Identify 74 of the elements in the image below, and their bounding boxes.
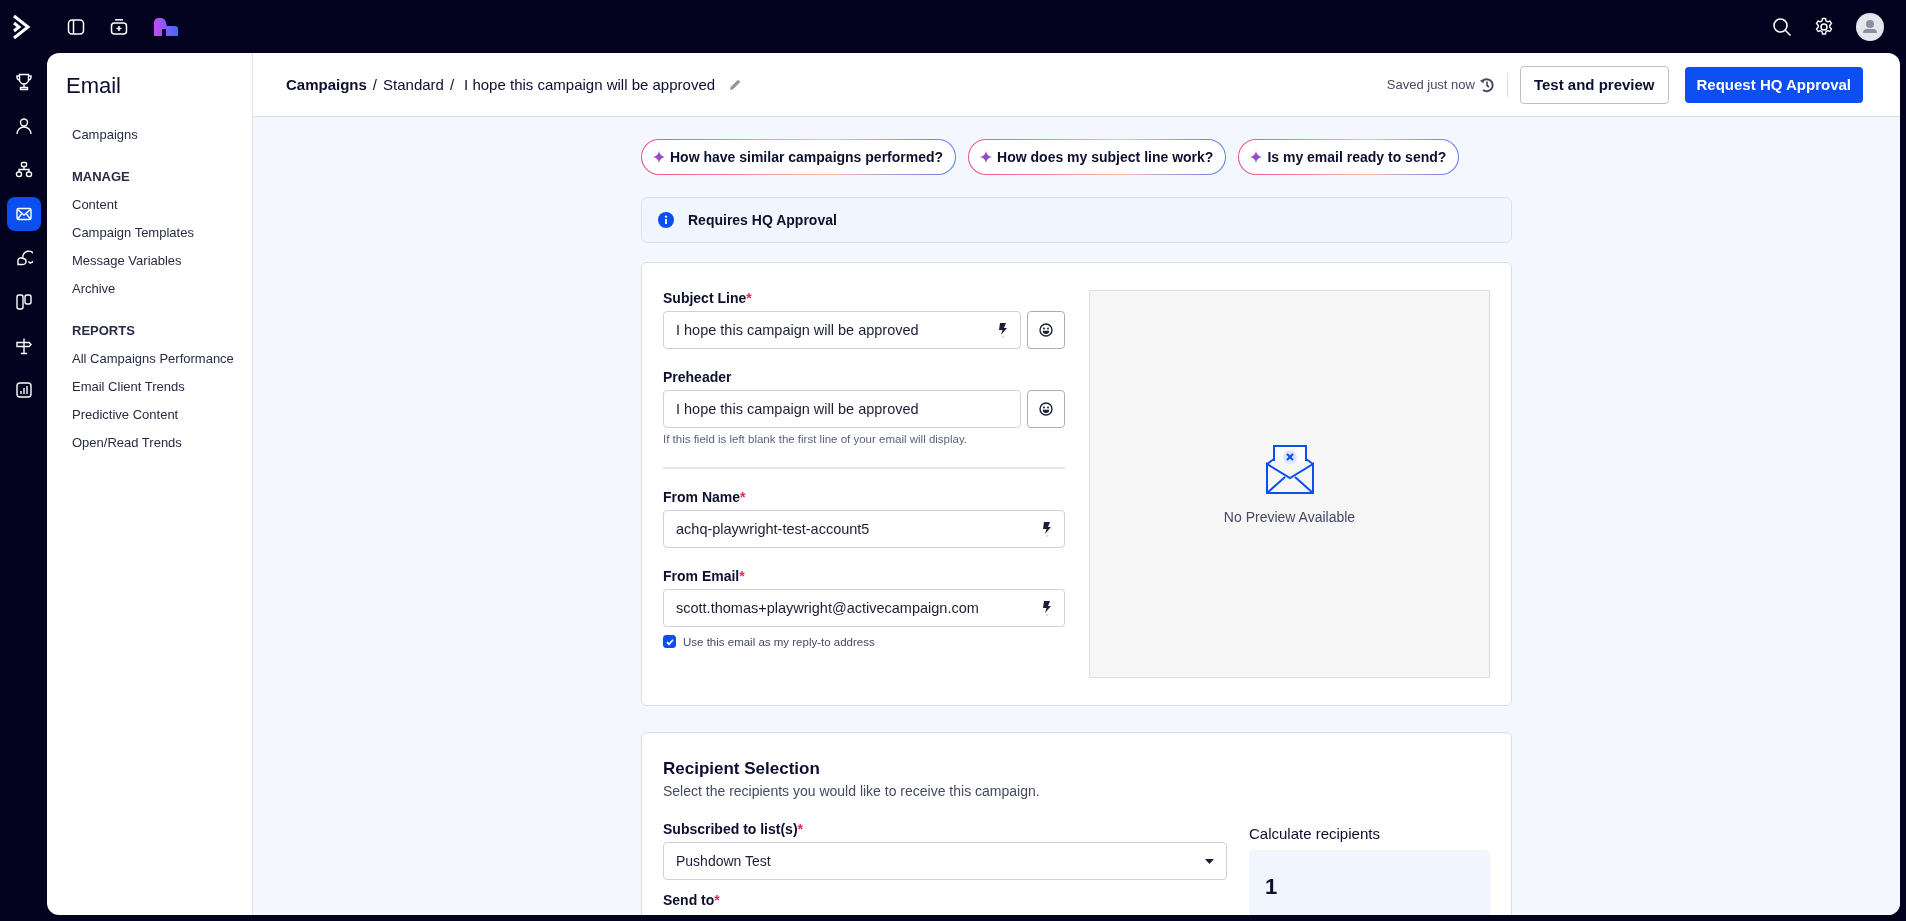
field-label: Preheader — [663, 369, 733, 385]
breadcrumb-separator: / — [449, 76, 455, 93]
sidebar-item[interactable]: All Campaigns Performance — [66, 345, 252, 373]
text-field[interactable]: achq-playwright-test-account5 — [663, 510, 1065, 548]
suggestion-chip[interactable]: How have similar campaigns performed? — [641, 139, 957, 175]
text-field[interactable]: I hope this campaign will be approved — [663, 390, 1021, 428]
sidebar-item[interactable]: Predictive Content — [66, 401, 252, 429]
chat-icon — [14, 249, 33, 267]
emoji-button[interactable] — [1027, 311, 1065, 349]
trophy-icon — [14, 73, 33, 91]
text-field[interactable]: scott.thomas+playwright@activecampaign.com — [663, 589, 1065, 627]
history-icon[interactable] — [1478, 76, 1495, 93]
sidebar-item[interactable]: Campaigns — [66, 121, 252, 149]
request-approval-button[interactable]: Request HQ Approval — [1684, 66, 1863, 103]
lightning-icon[interactable] — [1042, 521, 1052, 537]
section-title: Recipient Selection — [663, 759, 821, 779]
sidebar-item[interactable]: Content — [66, 191, 252, 219]
notice-text: Requires HQ Approval — [688, 212, 837, 228]
inbox-icon[interactable] — [110, 17, 128, 36]
sidebar-item[interactable]: Campaign Templates — [66, 219, 252, 247]
sidebar-item[interactable]: Email Client Trends — [66, 373, 252, 401]
smiley-icon — [1039, 402, 1053, 416]
person-icon — [14, 117, 33, 135]
field-label: From Name* — [663, 489, 747, 505]
no-preview-text: No Preview Available — [1223, 509, 1356, 525]
breadcrumb-separator: / — [372, 76, 378, 93]
avatar-icon[interactable] — [1856, 12, 1884, 41]
columns-icon — [14, 293, 33, 311]
field-label: From Email* — [663, 568, 746, 584]
sparkle-icon — [653, 151, 665, 163]
settings-icon[interactable] — [1814, 16, 1834, 37]
field-label: Subscribed to list(s)* — [663, 821, 805, 837]
signpost-icon — [14, 337, 33, 355]
brand-logo-icon[interactable] — [11, 13, 31, 40]
sidebar-item[interactable]: Open/Read Trends — [66, 429, 252, 457]
caret-icon — [1205, 858, 1214, 864]
test-preview-button[interactable]: Test and preview — [1519, 65, 1669, 104]
field-label: Send to* — [663, 892, 721, 908]
envelope-icon — [14, 205, 33, 223]
list-select[interactable]: Pushdown Test — [663, 842, 1227, 880]
text-field[interactable]: I hope this campaign will be approved — [663, 311, 1021, 349]
lightning-icon[interactable] — [1042, 600, 1052, 616]
suggestion-chip[interactable]: How does my subject line work? — [968, 139, 1227, 175]
lightning-icon[interactable] — [998, 322, 1008, 338]
app-logo-icon[interactable] — [153, 16, 179, 37]
smiley-icon — [1039, 323, 1053, 337]
campaign-title: I hope this campaign will be approved — [464, 76, 716, 93]
emoji-button[interactable] — [1027, 390, 1065, 428]
org-chart-icon — [14, 161, 33, 179]
bar-chart-icon — [14, 381, 33, 399]
field-label: Subject Line* — [663, 290, 753, 306]
breadcrumb-link[interactable]: Campaigns — [286, 76, 367, 93]
save-status: Saved just now — [1386, 77, 1475, 92]
sidebar-item[interactable]: Message Variables — [66, 247, 252, 275]
info-icon — [658, 212, 674, 228]
field-help-text: If this field is left blank the first line of your email will display. — [663, 433, 969, 445]
sidebar-toggle-icon[interactable] — [67, 17, 85, 36]
edit-pencil-icon[interactable] — [729, 78, 743, 91]
recipient-count: 1 — [1265, 874, 1278, 899]
suggestion-chip[interactable]: Is my email ready to send? — [1238, 139, 1460, 175]
sidebar-section-heading: MANAGE — [71, 168, 131, 186]
sidebar-title: Email — [66, 73, 122, 99]
nav-rail-item[interactable] — [6, 197, 41, 231]
search-icon[interactable] — [1772, 16, 1792, 37]
section-description: Select the recipients you would like to receive this campaign. — [663, 783, 1041, 799]
reply-to-checkbox[interactable] — [663, 635, 676, 648]
sidebar-section-heading: REPORTS — [71, 322, 136, 340]
sidebar-item[interactable]: Archive — [66, 275, 252, 303]
sparkle-icon — [1250, 151, 1263, 163]
breadcrumb-link[interactable]: Standard — [383, 76, 444, 93]
checkbox-label: Use this email as my reply-to address — [683, 635, 875, 648]
envelope-icon — [1264, 443, 1315, 495]
calculate-recipients-label: Calculate recipients — [1249, 825, 1381, 842]
sparkle-icon — [980, 151, 993, 163]
